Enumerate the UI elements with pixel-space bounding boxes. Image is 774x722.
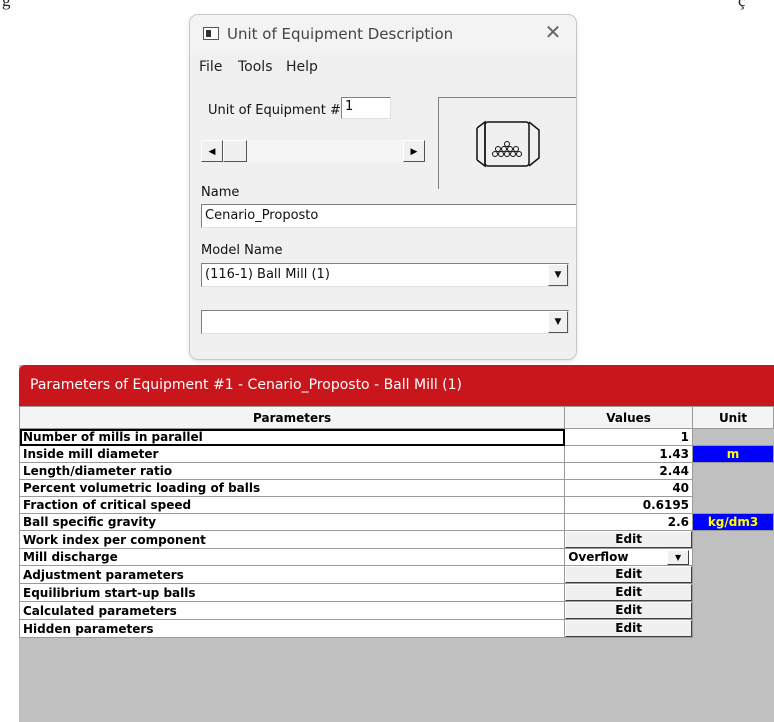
unit-equipment-dialog: Unit of Equipment Description ✕ File Too…: [190, 15, 576, 359]
edit-button[interactable]: Edit: [565, 566, 692, 583]
param-name[interactable]: Work index per component: [19, 530, 566, 549]
table-row: Calculated parameters Edit: [19, 601, 774, 620]
table-row: Adjustment parameters Edit: [19, 565, 774, 584]
param-name[interactable]: Length/diameter ratio: [19, 462, 566, 480]
column-header-unit: Unit: [692, 406, 774, 429]
ball-mill-icon: [476, 120, 540, 168]
parameters-table: Parameters Values Unit Number of mills i…: [19, 406, 774, 638]
parameters-title: Parameters of Equipment #1 - Cenario_Pro…: [30, 377, 463, 393]
unit-scrollbar[interactable]: ◀ ▶: [201, 140, 425, 162]
param-value[interactable]: 1: [564, 428, 694, 446]
param-name[interactable]: Number of mills in parallel: [19, 428, 566, 446]
secondary-select[interactable]: ▼: [201, 310, 569, 334]
table-row: Hidden parameters Edit: [19, 619, 774, 638]
param-value-cell: Edit: [564, 619, 694, 638]
model-name-value: (116-1) Ball Mill (1): [205, 267, 330, 282]
param-unit: m: [692, 445, 774, 463]
chevron-down-icon[interactable]: ▼: [548, 311, 568, 333]
menu-tools[interactable]: Tools: [238, 59, 273, 75]
chevron-down-icon[interactable]: ▼: [548, 264, 568, 286]
dialog-titlebar[interactable]: Unit of Equipment Description ✕: [190, 15, 576, 53]
param-name[interactable]: Equilibrium start-up balls: [19, 583, 566, 602]
param-value-cell: Edit: [564, 601, 694, 620]
table-row: Fraction of critical speed 0.6195: [19, 496, 774, 514]
model-name-select[interactable]: (116-1) Ball Mill (1) ▼: [201, 263, 569, 287]
table-header-row: Parameters Values Unit: [19, 406, 774, 429]
menu-help[interactable]: Help: [286, 59, 318, 75]
param-name[interactable]: Fraction of critical speed: [19, 496, 566, 514]
unit-number-field[interactable]: 1: [341, 97, 391, 119]
param-name[interactable]: Calculated parameters: [19, 601, 566, 620]
menu-file[interactable]: File: [199, 59, 222, 75]
cropped-caption: g ç: [2, 0, 746, 10]
edit-button[interactable]: Edit: [565, 602, 692, 619]
param-unit: kg/dm3: [692, 513, 774, 531]
table-row: Equilibrium start-up balls Edit: [19, 583, 774, 602]
param-name[interactable]: Mill discharge: [19, 548, 566, 566]
equipment-picture-box: [438, 97, 576, 189]
param-unit: [692, 601, 774, 620]
param-unit: [692, 619, 774, 638]
param-unit: [692, 530, 774, 549]
param-name[interactable]: Percent volumetric loading of balls: [19, 479, 566, 497]
table-row: Length/diameter ratio 2.44: [19, 462, 774, 480]
parameters-titlebar[interactable]: Parameters of Equipment #1 - Cenario_Pro…: [19, 365, 774, 406]
name-label: Name: [201, 185, 240, 200]
scroll-right-button[interactable]: ▶: [403, 140, 425, 162]
param-value[interactable]: 40: [564, 479, 694, 497]
table-row: Work index per component Edit: [19, 530, 774, 549]
param-name[interactable]: Adjustment parameters: [19, 565, 566, 584]
column-header-parameters: Parameters: [19, 406, 566, 429]
param-unit: [692, 565, 774, 584]
param-value[interactable]: 0.6195: [564, 496, 694, 514]
param-name[interactable]: Ball specific gravity: [19, 513, 566, 531]
dialog-title: Unit of Equipment Description: [227, 25, 454, 43]
param-value[interactable]: 2.6: [564, 513, 694, 531]
param-name[interactable]: Hidden parameters: [19, 619, 566, 638]
edit-button[interactable]: Edit: [565, 620, 692, 637]
param-unit: [692, 428, 774, 446]
param-unit: [692, 462, 774, 480]
scroll-thumb[interactable]: [223, 140, 247, 162]
param-unit: [692, 496, 774, 514]
param-unit: [692, 548, 774, 566]
parameters-dialog: Parameters of Equipment #1 - Cenario_Pro…: [19, 365, 774, 722]
edit-button[interactable]: Edit: [565, 531, 692, 548]
param-value-cell: Edit: [564, 530, 694, 549]
model-name-label: Model Name: [201, 243, 283, 258]
edit-button[interactable]: Edit: [565, 584, 692, 601]
table-row: Percent volumetric loading of balls 40: [19, 479, 774, 497]
param-value-cell: Edit: [564, 565, 694, 584]
param-value[interactable]: 1.43: [564, 445, 694, 463]
mill-discharge-select[interactable]: Overflow ▼: [564, 548, 694, 566]
mill-discharge-value: Overflow: [568, 550, 629, 564]
unit-number-label: Unit of Equipment #: [208, 103, 341, 118]
name-field[interactable]: Cenario_Proposto: [201, 204, 576, 228]
param-value[interactable]: 2.44: [564, 462, 694, 480]
table-row: Inside mill diameter 1.43 m: [19, 445, 774, 463]
chevron-down-icon[interactable]: ▼: [667, 550, 690, 565]
scroll-left-button[interactable]: ◀: [201, 140, 223, 162]
table-row: Mill discharge Overflow ▼: [19, 548, 774, 566]
table-row: Number of mills in parallel 1: [19, 428, 774, 446]
column-header-values: Values: [564, 406, 694, 429]
param-name[interactable]: Inside mill diameter: [19, 445, 566, 463]
table-row: Ball specific gravity 2.6 kg/dm3: [19, 513, 774, 531]
window-icon: [203, 27, 219, 40]
param-value-cell: Edit: [564, 583, 694, 602]
param-unit: [692, 479, 774, 497]
menu-bar: File Tools Help: [190, 55, 576, 81]
param-unit: [692, 583, 774, 602]
close-icon[interactable]: ✕: [540, 21, 566, 45]
